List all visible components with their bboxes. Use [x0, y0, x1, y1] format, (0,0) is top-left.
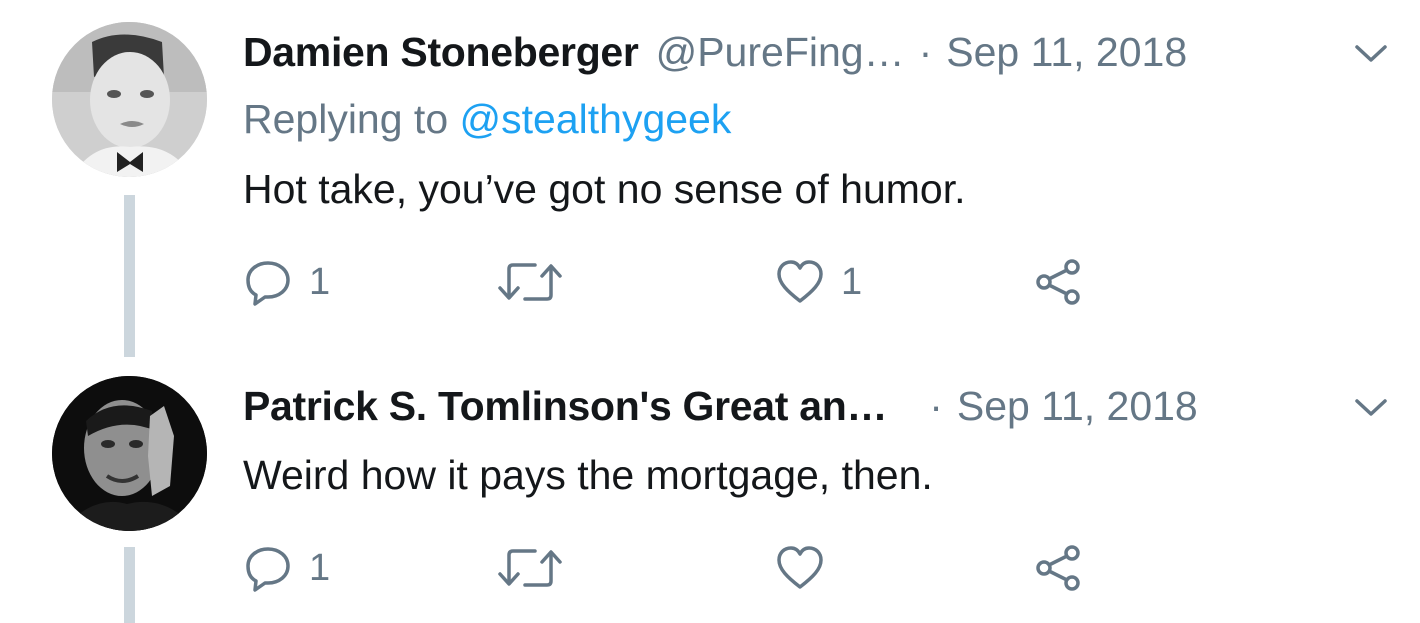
author-name[interactable]: Patrick S. Tomlinson's Great an…: [243, 383, 887, 430]
tweet-actions: 1: [243, 538, 1243, 598]
retweet-icon: [498, 549, 562, 587]
share-button[interactable]: [1033, 252, 1083, 312]
tweet-date[interactable]: Sep 11, 2018: [946, 29, 1187, 76]
replying-to-mention[interactable]: @stealthygeek: [460, 96, 732, 142]
thread-line: [124, 547, 135, 623]
heart-icon: [777, 260, 823, 303]
heart-icon: [777, 546, 823, 589]
retweet-button[interactable]: [497, 538, 563, 598]
like-count: 1: [841, 260, 863, 303]
tweet-date[interactable]: Sep 11, 2018: [957, 383, 1198, 430]
tweet-actions: 1 1: [243, 252, 1243, 312]
like-button[interactable]: 1: [775, 252, 862, 312]
tweet-2[interactable]: Patrick S. Tomlinson's Great an… · Sep 1…: [0, 360, 1420, 623]
reply-button[interactable]: 1: [243, 252, 330, 312]
author-handle[interactable]: @PureFing…: [656, 29, 905, 76]
reply-button[interactable]: 1: [243, 538, 330, 598]
tweet-header: Damien Stoneberger @PureFing… · Sep 11, …: [243, 22, 1187, 82]
separator: ·: [929, 382, 943, 429]
share-icon: [1036, 545, 1080, 591]
reply-count: 1: [309, 260, 331, 303]
avatar[interactable]: [52, 376, 207, 531]
author-name[interactable]: Damien Stoneberger: [243, 29, 639, 76]
thread-line: [124, 195, 135, 357]
reply-icon: [246, 261, 290, 306]
chevron-down-icon[interactable]: [1351, 392, 1391, 422]
tweet-1[interactable]: Damien Stoneberger @PureFing… · Sep 11, …: [0, 0, 1420, 360]
replying-to: Replying to @stealthygeek: [243, 96, 731, 143]
tweet-text: Weird how it pays the mortgage, then.: [243, 452, 933, 498]
replying-to-label: Replying to: [243, 96, 449, 142]
tweet-text: Hot take, you’ve got no sense of humor.: [243, 166, 966, 212]
chevron-down-icon[interactable]: [1351, 38, 1391, 68]
avatar[interactable]: [52, 22, 207, 177]
tweet-header: Patrick S. Tomlinson's Great an… · Sep 1…: [243, 376, 1198, 436]
retweet-icon: [498, 263, 562, 301]
like-button[interactable]: [775, 538, 825, 598]
share-icon: [1036, 259, 1080, 305]
reply-icon: [246, 547, 290, 592]
separator: ·: [918, 28, 933, 75]
reply-count: 1: [309, 546, 331, 589]
retweet-button[interactable]: [497, 252, 563, 312]
share-button[interactable]: [1033, 538, 1083, 598]
